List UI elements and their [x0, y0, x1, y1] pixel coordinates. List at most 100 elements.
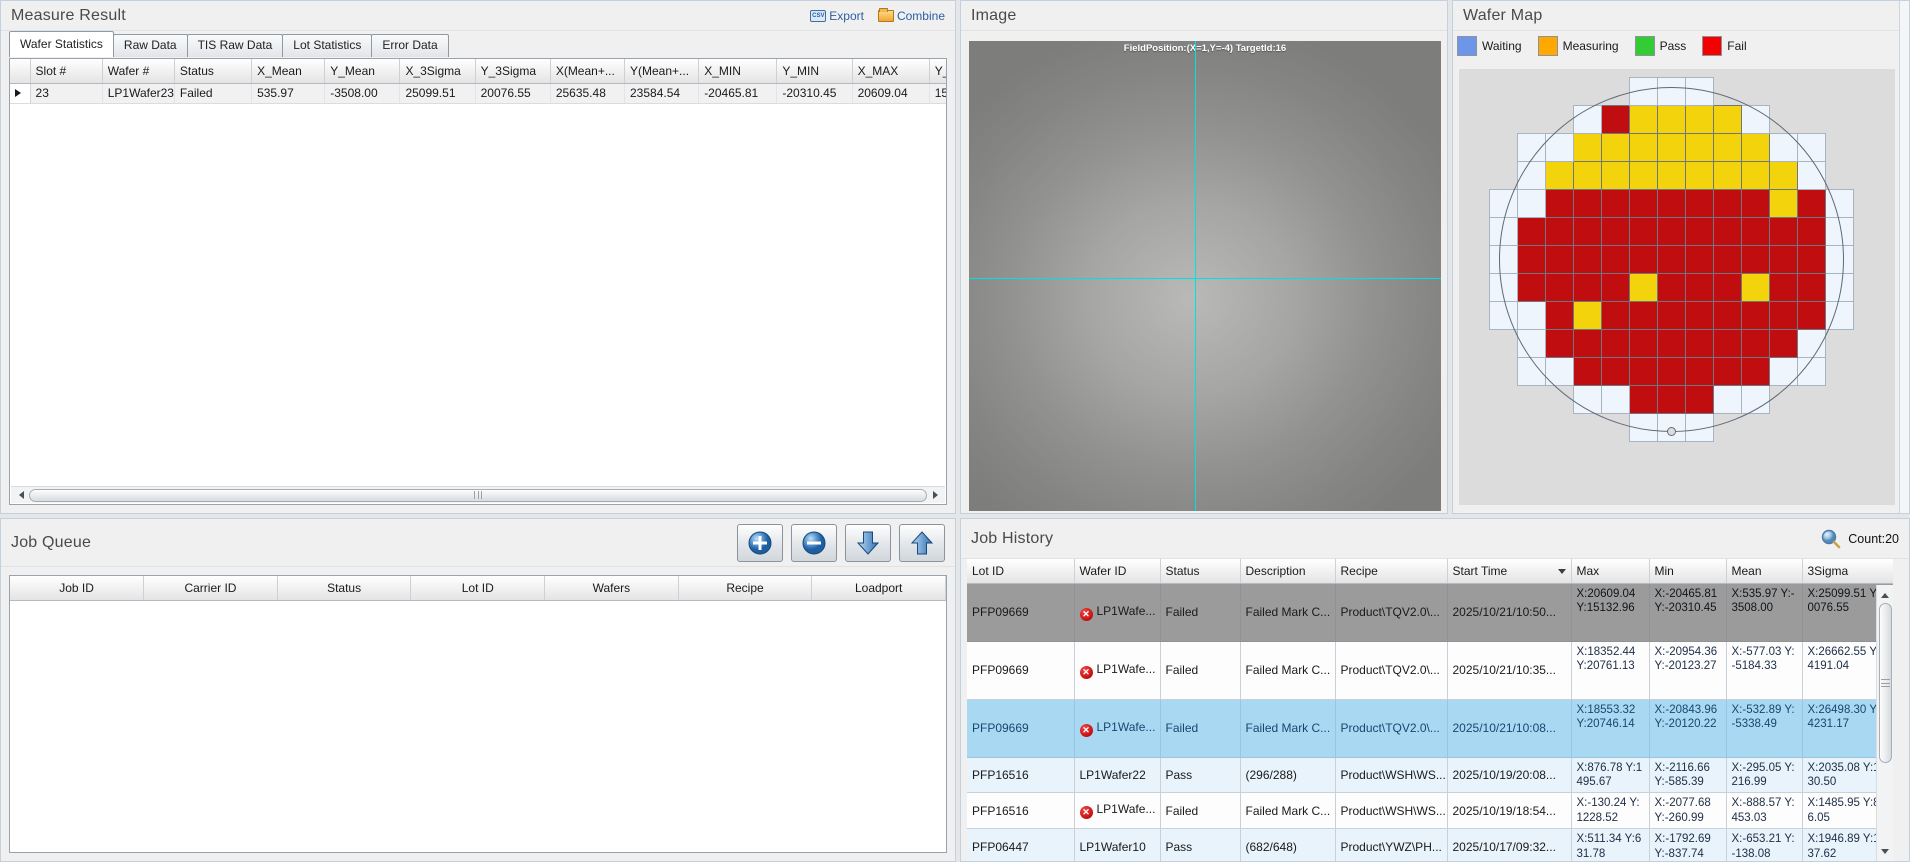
table-row[interactable]: PFP09669✕LP1Wafe...FailedFailed Mark C..…	[967, 583, 1893, 641]
column-header[interactable]: Description	[1240, 559, 1335, 583]
wafer-die[interactable]	[1573, 385, 1602, 414]
vertical-scrollbar[interactable]	[1876, 585, 1893, 861]
wafer-die[interactable]	[1769, 357, 1798, 386]
wafer-die[interactable]	[1629, 245, 1658, 274]
move-down-button[interactable]	[845, 524, 891, 562]
wafer-die[interactable]	[1685, 273, 1714, 302]
wafer-die[interactable]	[1657, 329, 1686, 358]
wafer-die[interactable]	[1545, 273, 1574, 302]
wafer-die[interactable]	[1797, 189, 1826, 218]
wafer-die[interactable]	[1769, 217, 1798, 246]
wafer-die[interactable]	[1545, 357, 1574, 386]
wafer-die[interactable]	[1517, 357, 1546, 386]
wafer-die[interactable]	[1629, 329, 1658, 358]
wafer-die[interactable]	[1629, 77, 1658, 106]
wafer-die[interactable]	[1657, 357, 1686, 386]
column-header[interactable]: Carrier ID	[144, 576, 278, 600]
wafer-die[interactable]	[1657, 189, 1686, 218]
column-header[interactable]: Y_MIN	[777, 59, 852, 83]
wafer-die[interactable]	[1573, 329, 1602, 358]
wafer-die[interactable]	[1825, 189, 1854, 218]
wafer-die[interactable]	[1685, 301, 1714, 330]
wafer-die[interactable]	[1489, 301, 1518, 330]
wafer-die[interactable]	[1741, 245, 1770, 274]
column-header[interactable]: Y(Mean+...	[625, 59, 699, 83]
wafer-die[interactable]	[1489, 245, 1518, 274]
column-header[interactable]: Mean	[1726, 559, 1802, 583]
wafer-die[interactable]	[1685, 329, 1714, 358]
wafer-die[interactable]	[1741, 217, 1770, 246]
scroll-down-button[interactable]	[1877, 845, 1893, 861]
wafer-die[interactable]	[1657, 273, 1686, 302]
wafer-die[interactable]	[1545, 217, 1574, 246]
add-job-button[interactable]	[737, 524, 783, 562]
wafer-die[interactable]	[1629, 273, 1658, 302]
wafer-die[interactable]	[1741, 301, 1770, 330]
export-button[interactable]: CSV Export	[810, 9, 864, 23]
column-header[interactable]: Y_MAX	[929, 59, 947, 83]
wafer-die[interactable]	[1713, 105, 1742, 134]
wafer-die[interactable]	[1629, 105, 1658, 134]
wafer-die[interactable]	[1797, 245, 1826, 274]
wafer-die[interactable]	[1713, 273, 1742, 302]
wafer-die[interactable]	[1489, 273, 1518, 302]
wafer-die[interactable]	[1657, 385, 1686, 414]
wafer-die[interactable]	[1769, 273, 1798, 302]
wafer-die[interactable]	[1769, 245, 1798, 274]
scroll-up-button[interactable]	[1877, 585, 1893, 601]
wafer-die[interactable]	[1489, 217, 1518, 246]
wafer-die[interactable]	[1741, 357, 1770, 386]
wafer-die[interactable]	[1657, 245, 1686, 274]
horizontal-scrollbar[interactable]	[11, 486, 945, 503]
wafer-die[interactable]	[1657, 105, 1686, 134]
wafer-die[interactable]	[1713, 217, 1742, 246]
combine-button[interactable]: Combine	[878, 9, 945, 23]
wafer-die[interactable]	[1517, 189, 1546, 218]
wafer-die[interactable]	[1713, 189, 1742, 218]
wafer-die[interactable]	[1629, 217, 1658, 246]
wafer-die[interactable]	[1629, 385, 1658, 414]
column-header[interactable]: 3Sigma	[1802, 559, 1893, 583]
wafer-die[interactable]	[1629, 357, 1658, 386]
wafer-die[interactable]	[1545, 245, 1574, 274]
move-up-button[interactable]	[899, 524, 945, 562]
wafer-die[interactable]	[1713, 161, 1742, 190]
wafer-die[interactable]	[1713, 385, 1742, 414]
table-row[interactable]: PFP09669✕LP1Wafe...FailedFailed Mark C..…	[967, 641, 1893, 699]
column-header[interactable]: Wafer ID	[1074, 559, 1160, 583]
wafer-die[interactable]	[1741, 273, 1770, 302]
column-header[interactable]: Lot ID	[411, 576, 545, 600]
wafer-die[interactable]	[1545, 189, 1574, 218]
wafer-die[interactable]	[1517, 161, 1546, 190]
wafer-die[interactable]	[1573, 245, 1602, 274]
wafer-die[interactable]	[1741, 161, 1770, 190]
table-row[interactable]: PFP16516✕LP1Wafe...FailedFailed Mark C..…	[967, 793, 1893, 829]
table-row[interactable]: PFP16516LP1Wafer22Pass(296/288)Product\W…	[967, 757, 1893, 793]
wafer-die[interactable]	[1685, 133, 1714, 162]
column-header[interactable]: Slot #	[30, 59, 102, 83]
wafer-die[interactable]	[1629, 133, 1658, 162]
wafer-die[interactable]	[1601, 245, 1630, 274]
wafer-die[interactable]	[1769, 133, 1798, 162]
tab-raw-data[interactable]: Raw Data	[113, 34, 188, 57]
wafer-die[interactable]	[1573, 161, 1602, 190]
column-header[interactable]: Job ID	[10, 576, 144, 600]
wafer-die[interactable]	[1601, 105, 1630, 134]
tab-lot-statistics[interactable]: Lot Statistics	[282, 34, 372, 57]
wafer-die[interactable]	[1573, 105, 1602, 134]
wafer-die[interactable]	[1601, 385, 1630, 414]
column-header[interactable]: Status	[277, 576, 411, 600]
wafer-die[interactable]	[1769, 161, 1798, 190]
wafer-die[interactable]	[1769, 189, 1798, 218]
wafer-die[interactable]	[1573, 189, 1602, 218]
wafer-die[interactable]	[1629, 189, 1658, 218]
wafer-die[interactable]	[1713, 357, 1742, 386]
wafer-die[interactable]	[1629, 161, 1658, 190]
wafer-die[interactable]	[1657, 77, 1686, 106]
wafer-die[interactable]	[1545, 301, 1574, 330]
wafer-die[interactable]	[1797, 161, 1826, 190]
tab-tis-raw-data[interactable]: TIS Raw Data	[187, 34, 284, 57]
column-header[interactable]: X_3Sigma	[400, 59, 475, 83]
wafer-die[interactable]	[1601, 357, 1630, 386]
wafer-die[interactable]	[1825, 301, 1854, 330]
